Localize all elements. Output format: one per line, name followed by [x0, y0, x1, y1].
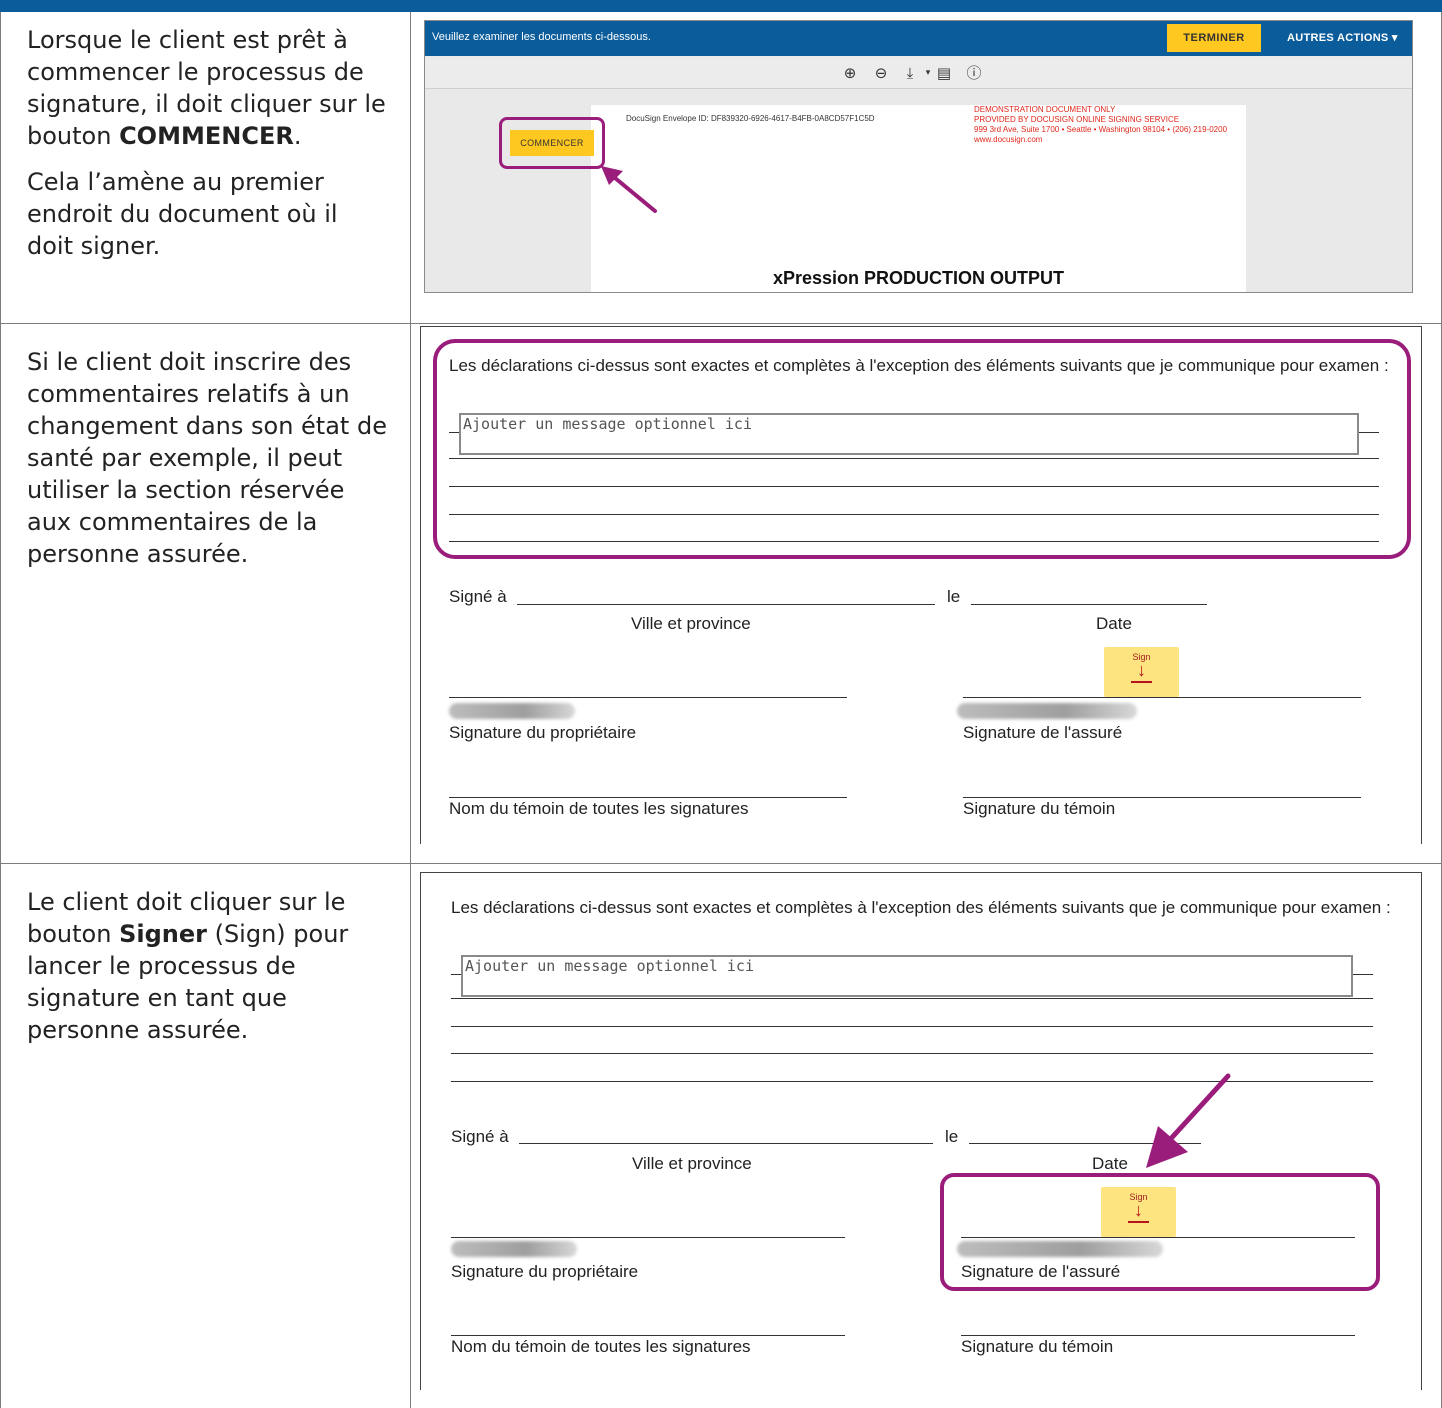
- city-line: [517, 604, 935, 605]
- signed-at-label: Signé à: [451, 1127, 509, 1146]
- redacted-name: [449, 703, 575, 719]
- document-toolbar: ⊕ ⊖ ⤓ ▾ ▤ ⓘ: [425, 57, 1412, 89]
- owner-signature-label: Signature du propriétaire: [451, 1262, 639, 1281]
- instruction-text: Si le client doit inscrire des commentai…: [27, 348, 387, 568]
- bold-keyword: Signer: [119, 920, 207, 948]
- city-province-label: Ville et province: [631, 614, 751, 633]
- envelope-id: DocuSign Envelope ID: DF839320-6926-4617…: [626, 114, 875, 123]
- instruction-paragraph: Cela l’amène au premier endroit du docum…: [27, 168, 338, 260]
- witness-name-label: Nom du témoin de toutes les signatures: [451, 1337, 751, 1356]
- docusign-header-bar: Veuillez examiner les documents ci-desso…: [425, 21, 1412, 56]
- witness-signature-label: Signature du témoin: [963, 799, 1116, 818]
- sign-form-screenshot: Les déclarations ci-dessus sont exactes …: [420, 872, 1422, 1390]
- start-button-highlight: COMMENCER: [499, 117, 605, 169]
- pointer-arrow-icon: [601, 166, 657, 213]
- instruction-paragraph: Lorsque le client est prêt à commencer l…: [27, 26, 386, 150]
- comments-form-screenshot: Les déclarations ci-dessus sont exactes …: [420, 326, 1422, 844]
- bold-keyword: COMMENCER: [119, 122, 294, 150]
- insured-signature-line: [963, 697, 1361, 698]
- date-prefix-label: le: [947, 587, 961, 606]
- message-field[interactable]: Ajouter un message optionnel ici: [461, 955, 1353, 997]
- date-prefix-label: le: [945, 1127, 959, 1146]
- zoom-in-icon[interactable]: ⊕: [839, 63, 861, 83]
- message-placeholder: Ajouter un message optionnel ici: [465, 957, 754, 975]
- redacted-name: [957, 703, 1137, 719]
- instruction-text: Lorsque le client est prêt à commencer l…: [27, 24, 389, 262]
- signed-at-label: Signé à: [449, 587, 507, 606]
- witness-signature-label: Signature du témoin: [961, 1337, 1114, 1356]
- zoom-out-icon[interactable]: ⊖: [870, 63, 892, 83]
- document-page: DocuSign Envelope ID: DF839320-6926-4617…: [591, 105, 1246, 292]
- owner-signature-label: Signature du propriétaire: [449, 723, 637, 742]
- print-icon[interactable]: ▤: [933, 63, 955, 83]
- insured-signature-label: Signature de l'assuré: [963, 723, 1123, 742]
- review-message: Veuillez examiner les documents ci-desso…: [432, 31, 651, 43]
- arrow-down-icon: ↓: [1137, 660, 1146, 680]
- redacted-name: [451, 1241, 577, 1257]
- city-line: [519, 1143, 933, 1144]
- demo-notice: DEMONSTRATION DOCUMENT ONLY PROVIDED BY …: [974, 105, 1228, 144]
- comment-line: [451, 1026, 1373, 1027]
- date-line: [971, 604, 1207, 605]
- insured-signature-highlight: [940, 1173, 1380, 1291]
- declaration-text: Les déclarations ci-dessus sont exactes …: [451, 898, 1391, 917]
- owner-signature-line: [451, 1237, 845, 1238]
- instruction-text: Le client doit cliquer sur le bouton Sig…: [27, 888, 349, 1044]
- city-province-label: Ville et province: [632, 1154, 752, 1173]
- comment-line: [451, 998, 1373, 999]
- document-heading: xPression PRODUCTION OUTPUT: [772, 268, 1065, 288]
- sign-button[interactable]: Sign ↓: [1104, 647, 1179, 697]
- pointer-arrow-icon: [1146, 1073, 1231, 1168]
- date-label: Date: [1096, 614, 1132, 633]
- date-label: Date: [1092, 1154, 1128, 1173]
- top-color-strip: [0, 0, 1442, 12]
- docusign-screenshot: Veuillez examiner les documents ci-desso…: [424, 20, 1413, 293]
- other-actions-menu[interactable]: AUTRES ACTIONS ▾: [1287, 31, 1398, 44]
- witness-name-label: Nom du témoin de toutes les signatures: [449, 799, 749, 818]
- start-button[interactable]: COMMENCER: [510, 130, 594, 156]
- owner-signature-line: [449, 697, 847, 698]
- help-icon[interactable]: ⓘ: [963, 63, 985, 83]
- comment-line: [451, 1053, 1373, 1054]
- comments-highlight: [433, 339, 1411, 559]
- finish-button[interactable]: TERMINER: [1167, 24, 1261, 52]
